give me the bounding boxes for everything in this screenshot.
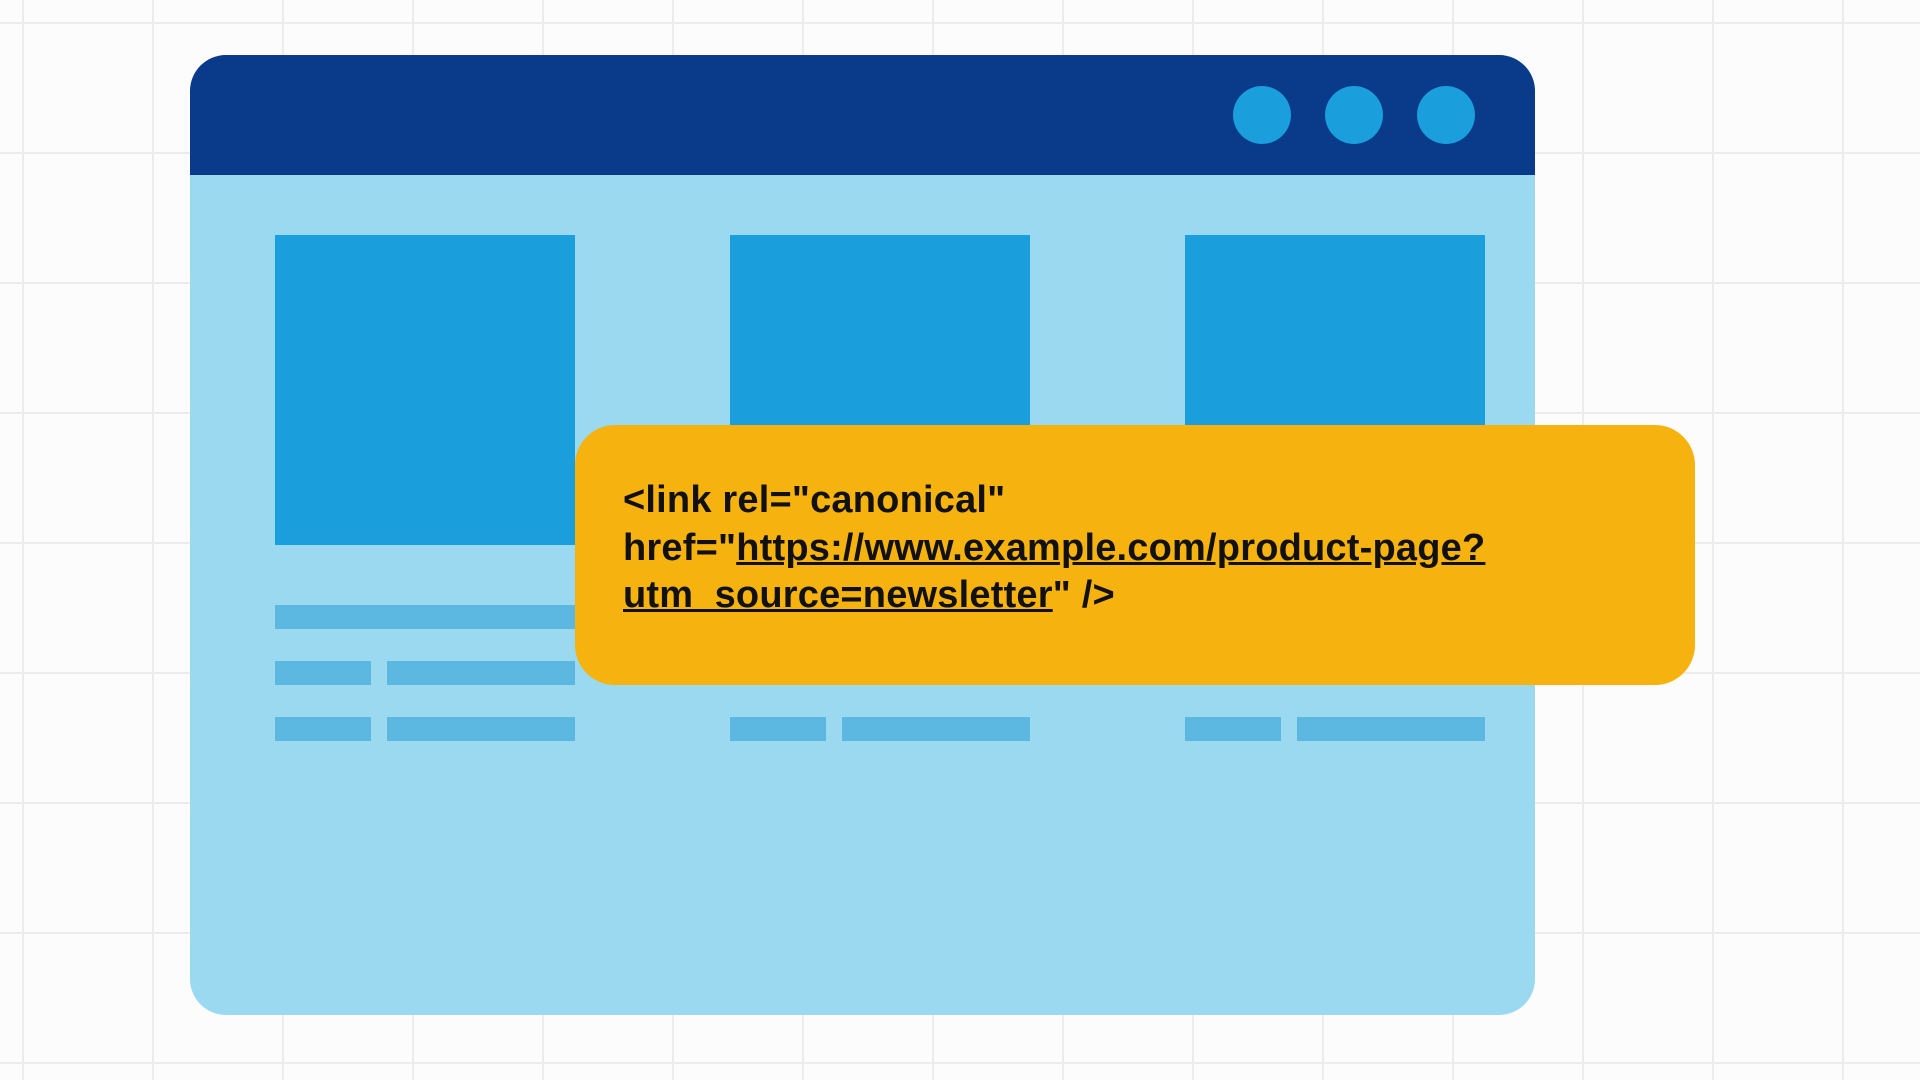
placeholder-bar [275,661,371,685]
placeholder-bar [275,717,371,741]
placeholder-bar [730,717,826,741]
window-control-minimize[interactable] [1233,86,1291,144]
placeholder-bar [387,717,575,741]
content-card [275,235,575,773]
placeholder-bar [1297,717,1485,741]
card-image-placeholder [275,235,575,545]
placeholder-bar [842,717,1030,741]
placeholder-bar [387,661,575,685]
code-callout: <link rel="canonical" href="https://www.… [575,425,1695,685]
window-control-close[interactable] [1417,86,1475,144]
placeholder-bar [275,605,575,629]
code-suffix: " /> [1053,574,1115,616]
placeholder-bar [1185,717,1281,741]
browser-titlebar [190,55,1535,175]
window-control-maximize[interactable] [1325,86,1383,144]
